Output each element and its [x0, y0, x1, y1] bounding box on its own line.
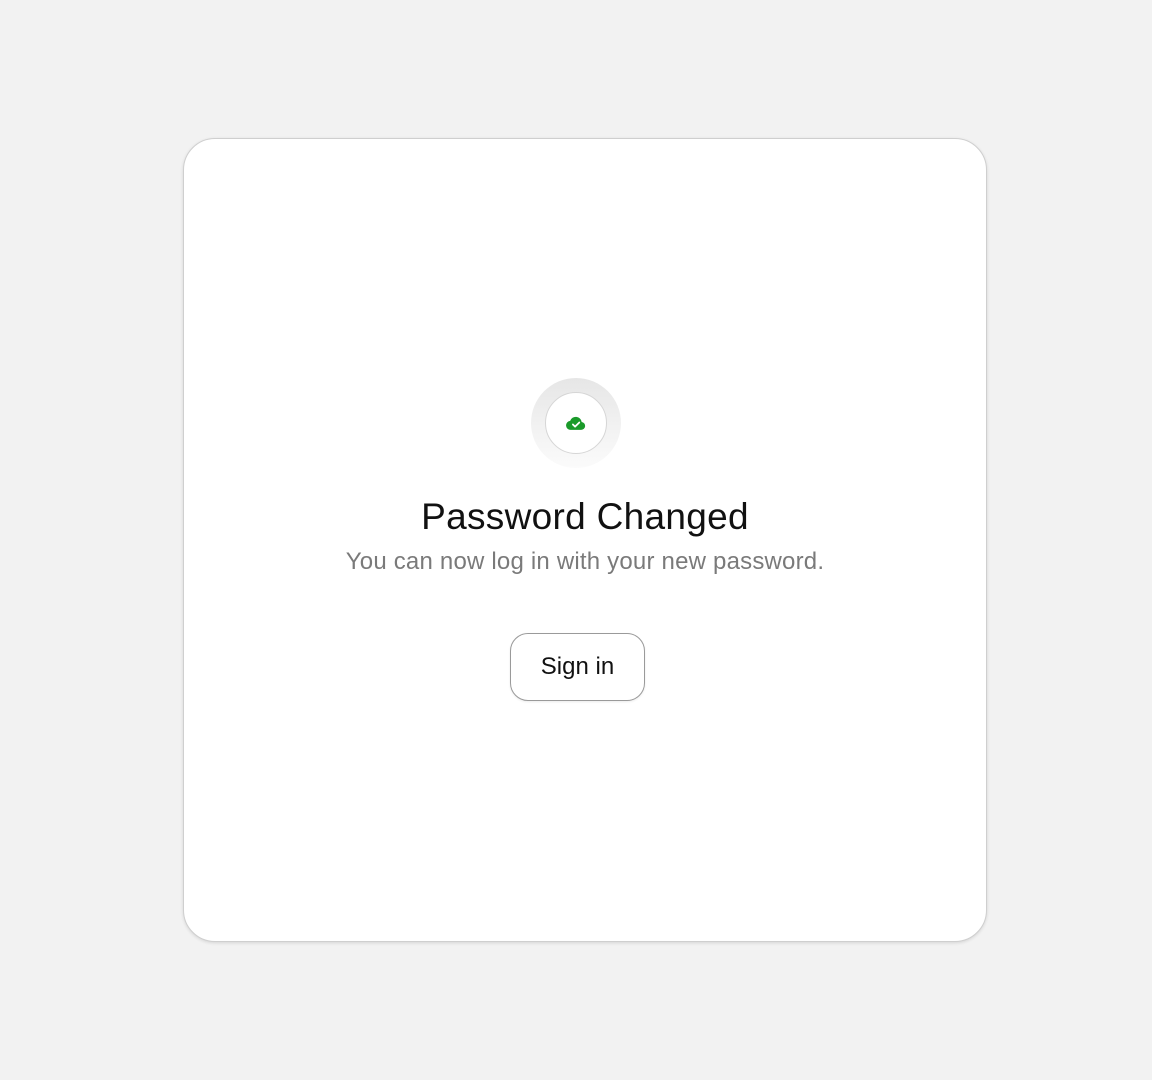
- password-changed-card: Password Changed You can now log in with…: [183, 138, 987, 942]
- cloud-check-icon: [566, 416, 586, 430]
- status-icon-badge: [545, 392, 607, 454]
- sign-in-button[interactable]: Sign in: [510, 633, 645, 701]
- status-icon-ring: [531, 378, 621, 468]
- success-message: You can now log in with your new passwor…: [345, 548, 825, 575]
- page-title: Password Changed: [421, 496, 749, 537]
